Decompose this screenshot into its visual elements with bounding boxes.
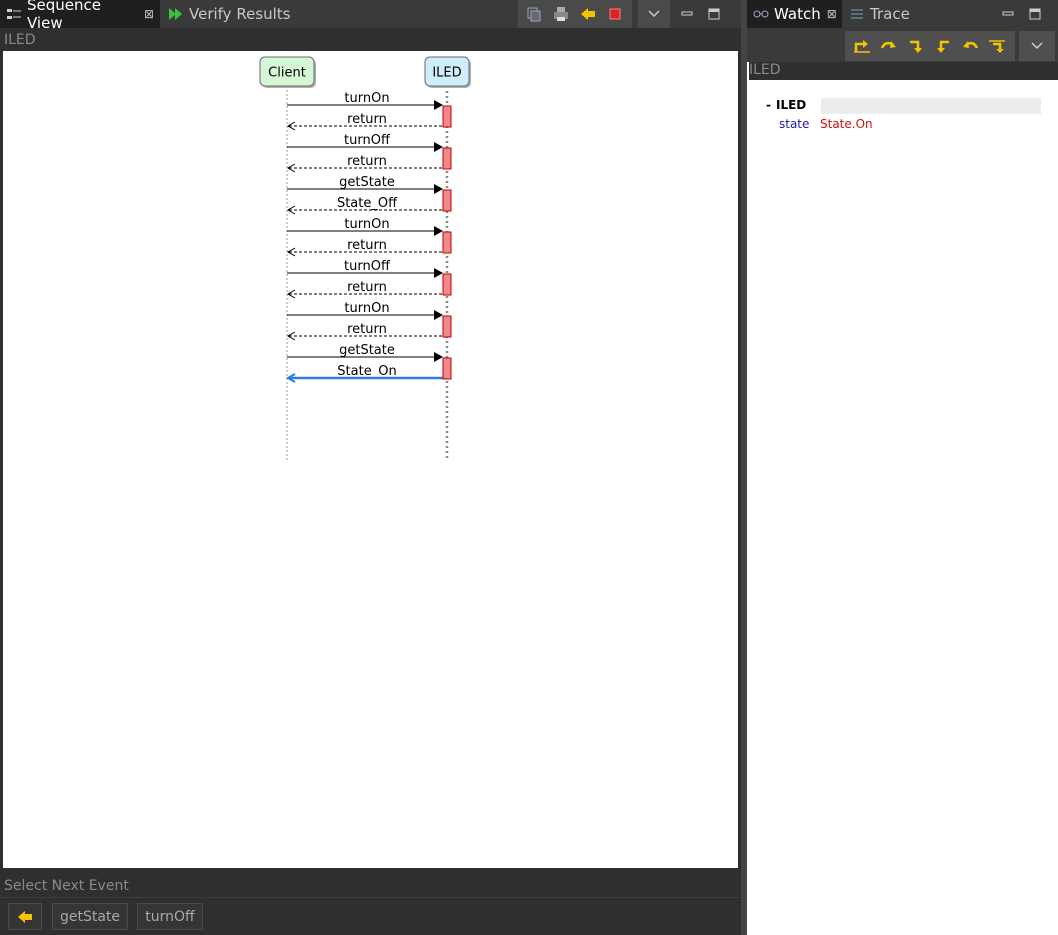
- arrowhead-icon: [434, 226, 443, 236]
- print-icon[interactable]: [550, 3, 572, 25]
- maximize-icon[interactable]: [703, 3, 725, 25]
- back-arrow-icon[interactable]: [577, 3, 599, 25]
- arrowhead-icon: [434, 100, 443, 110]
- verify-results-icon: [168, 6, 184, 22]
- arrowhead-icon: [434, 352, 443, 362]
- tab-sequence-view[interactable]: Sequence View ⊠: [0, 0, 160, 32]
- message-label: State_Off: [337, 196, 398, 211]
- select-next-event-label: Select Next Event: [4, 878, 129, 894]
- watch-root-name[interactable]: ILED: [776, 98, 818, 114]
- tab-trace-label: Trace: [870, 5, 910, 23]
- step-back-out-icon[interactable]: [849, 33, 875, 59]
- watch-pane: [747, 0, 1058, 935]
- lifeline-label: ILED: [432, 66, 461, 81]
- arrowhead-icon: [434, 142, 443, 152]
- tab-watch-label: Watch: [774, 5, 821, 23]
- step-out-icon[interactable]: [984, 33, 1010, 59]
- message-label: return: [347, 112, 387, 127]
- tab-verify-results-label: Verify Results: [189, 5, 291, 23]
- divider: [0, 897, 741, 898]
- tree-toggle-icon[interactable]: -: [766, 98, 771, 112]
- message-label: turnOn: [344, 217, 389, 232]
- close-icon[interactable]: ⊠: [144, 7, 154, 21]
- stop-icon[interactable]: [604, 3, 626, 25]
- tab-verify-results[interactable]: Verify Results: [162, 0, 302, 28]
- message-label: getState: [339, 343, 395, 358]
- step-over-icon[interactable]: [876, 33, 902, 59]
- activation-bar: [442, 147, 452, 170]
- watch-row-highlight: [821, 98, 1041, 114]
- watch-breadcrumb: ILED: [749, 62, 781, 78]
- breadcrumb: ILED: [4, 32, 36, 48]
- maximize-icon[interactable]: [1024, 3, 1046, 25]
- watch-field-value: State.On: [820, 117, 873, 131]
- message-label: return: [347, 280, 387, 295]
- message-label: turnOff: [344, 259, 391, 274]
- message-label: return: [347, 322, 387, 337]
- message-label: return: [347, 238, 387, 253]
- arrowhead-icon: [434, 268, 443, 278]
- sequence-view-icon: [6, 6, 22, 22]
- step-back-over-icon[interactable]: [957, 33, 983, 59]
- message-label: turnOff: [344, 133, 391, 148]
- lifeline-label: Client: [268, 66, 306, 81]
- back-event-button[interactable]: [8, 903, 42, 930]
- back-arrow-icon: [18, 910, 32, 923]
- tab-watch[interactable]: Watch ⊠: [747, 0, 842, 28]
- activation-bar: [442, 273, 452, 296]
- watch-field-name: state: [779, 117, 810, 131]
- activation-bar: [442, 105, 452, 128]
- watch-icon: [753, 6, 769, 22]
- copy-icon[interactable]: [523, 3, 545, 25]
- message-label: turnOn: [344, 91, 389, 106]
- sequence-diagram: Client ILED turnOn return turnOff return getSt…: [259, 56, 471, 461]
- sequence-diagram-canvas[interactable]: Client ILED turnOn return turnOff return getSt…: [3, 51, 738, 868]
- tab-trace[interactable]: Trace: [843, 0, 923, 28]
- event-button-turnoff[interactable]: turnOff: [137, 903, 203, 930]
- step-back-into-icon[interactable]: [930, 33, 956, 59]
- close-icon[interactable]: ⊠: [827, 7, 837, 21]
- arrowhead-icon: [434, 310, 443, 320]
- activation-bar: [442, 315, 452, 338]
- chevron-down-icon: [643, 3, 665, 25]
- step-into-icon[interactable]: [903, 33, 929, 59]
- minimize-icon[interactable]: [676, 3, 698, 25]
- message-label: turnOn: [344, 301, 389, 316]
- message-label: getState: [339, 175, 395, 190]
- chevron-down-icon: [1026, 35, 1048, 57]
- tab-sequence-view-label: Sequence View: [27, 0, 101, 32]
- activation-bar: [442, 231, 452, 254]
- activation-bar: [442, 189, 452, 212]
- message-label: return: [347, 154, 387, 169]
- arrowhead-icon: [434, 184, 443, 194]
- minimize-icon[interactable]: [997, 3, 1019, 25]
- trace-icon: [849, 6, 865, 22]
- activation-bar: [442, 357, 452, 380]
- watch-crumb-bar: [749, 62, 1058, 80]
- event-button-getstate[interactable]: getState: [52, 903, 128, 930]
